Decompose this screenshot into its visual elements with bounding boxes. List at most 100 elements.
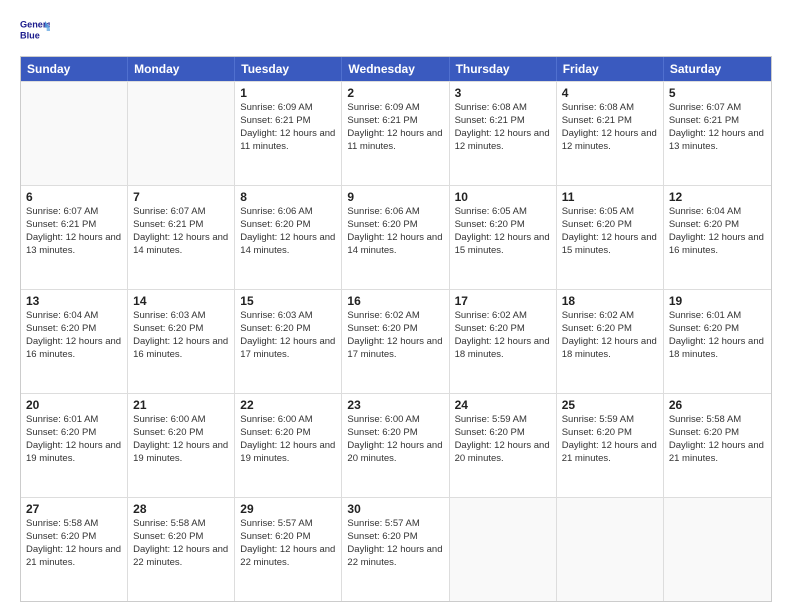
- cal-header-day-5: Friday: [557, 57, 664, 81]
- calendar-cell-w3-d5: 25Sunrise: 5:59 AM Sunset: 6:20 PM Dayli…: [557, 394, 664, 497]
- day-number: 14: [133, 293, 229, 309]
- day-number: 2: [347, 85, 443, 101]
- day-info: Sunrise: 6:01 AM Sunset: 6:20 PM Dayligh…: [26, 414, 124, 463]
- calendar-cell-w4-d4: [450, 498, 557, 601]
- day-info: Sunrise: 6:00 AM Sunset: 6:20 PM Dayligh…: [240, 414, 338, 463]
- calendar: SundayMondayTuesdayWednesdayThursdayFrid…: [20, 56, 772, 602]
- calendar-cell-w1-d2: 8Sunrise: 6:06 AM Sunset: 6:20 PM Daylig…: [235, 186, 342, 289]
- day-number: 29: [240, 501, 336, 517]
- day-info: Sunrise: 6:09 AM Sunset: 6:21 PM Dayligh…: [240, 102, 338, 151]
- day-info: Sunrise: 6:08 AM Sunset: 6:21 PM Dayligh…: [455, 102, 553, 151]
- calendar-cell-w1-d6: 12Sunrise: 6:04 AM Sunset: 6:20 PM Dayli…: [664, 186, 771, 289]
- calendar-cell-w0-d5: 4Sunrise: 6:08 AM Sunset: 6:21 PM Daylig…: [557, 82, 664, 185]
- day-info: Sunrise: 6:09 AM Sunset: 6:21 PM Dayligh…: [347, 102, 445, 151]
- day-info: Sunrise: 6:07 AM Sunset: 6:21 PM Dayligh…: [133, 206, 231, 255]
- calendar-cell-w0-d2: 1Sunrise: 6:09 AM Sunset: 6:21 PM Daylig…: [235, 82, 342, 185]
- calendar-cell-w3-d3: 23Sunrise: 6:00 AM Sunset: 6:20 PM Dayli…: [342, 394, 449, 497]
- day-number: 23: [347, 397, 443, 413]
- day-number: 10: [455, 189, 551, 205]
- day-info: Sunrise: 5:58 AM Sunset: 6:20 PM Dayligh…: [26, 518, 124, 567]
- day-info: Sunrise: 5:59 AM Sunset: 6:20 PM Dayligh…: [455, 414, 553, 463]
- day-number: 30: [347, 501, 443, 517]
- day-number: 11: [562, 189, 658, 205]
- day-info: Sunrise: 5:57 AM Sunset: 6:20 PM Dayligh…: [240, 518, 338, 567]
- calendar-cell-w1-d1: 7Sunrise: 6:07 AM Sunset: 6:21 PM Daylig…: [128, 186, 235, 289]
- day-info: Sunrise: 6:06 AM Sunset: 6:20 PM Dayligh…: [240, 206, 338, 255]
- calendar-cell-w4-d5: [557, 498, 664, 601]
- day-number: 16: [347, 293, 443, 309]
- day-number: 27: [26, 501, 122, 517]
- day-number: 13: [26, 293, 122, 309]
- day-info: Sunrise: 6:02 AM Sunset: 6:20 PM Dayligh…: [347, 310, 445, 359]
- calendar-cell-w2-d5: 18Sunrise: 6:02 AM Sunset: 6:20 PM Dayli…: [557, 290, 664, 393]
- calendar-cell-w1-d4: 10Sunrise: 6:05 AM Sunset: 6:20 PM Dayli…: [450, 186, 557, 289]
- day-info: Sunrise: 6:08 AM Sunset: 6:21 PM Dayligh…: [562, 102, 660, 151]
- calendar-body: 1Sunrise: 6:09 AM Sunset: 6:21 PM Daylig…: [21, 81, 771, 601]
- calendar-cell-w3-d2: 22Sunrise: 6:00 AM Sunset: 6:20 PM Dayli…: [235, 394, 342, 497]
- calendar-cell-w3-d1: 21Sunrise: 6:00 AM Sunset: 6:20 PM Dayli…: [128, 394, 235, 497]
- calendar-cell-w4-d6: [664, 498, 771, 601]
- logo: General Blue: [20, 16, 54, 46]
- calendar-cell-w2-d1: 14Sunrise: 6:03 AM Sunset: 6:20 PM Dayli…: [128, 290, 235, 393]
- calendar-cell-w4-d0: 27Sunrise: 5:58 AM Sunset: 6:20 PM Dayli…: [21, 498, 128, 601]
- day-number: 18: [562, 293, 658, 309]
- day-info: Sunrise: 6:07 AM Sunset: 6:21 PM Dayligh…: [669, 102, 767, 151]
- day-info: Sunrise: 6:00 AM Sunset: 6:20 PM Dayligh…: [133, 414, 231, 463]
- calendar-week-1: 6Sunrise: 6:07 AM Sunset: 6:21 PM Daylig…: [21, 185, 771, 289]
- day-number: 17: [455, 293, 551, 309]
- day-info: Sunrise: 6:03 AM Sunset: 6:20 PM Dayligh…: [240, 310, 338, 359]
- calendar-cell-w4-d3: 30Sunrise: 5:57 AM Sunset: 6:20 PM Dayli…: [342, 498, 449, 601]
- day-number: 25: [562, 397, 658, 413]
- cal-header-day-0: Sunday: [21, 57, 128, 81]
- day-info: Sunrise: 6:01 AM Sunset: 6:20 PM Dayligh…: [669, 310, 767, 359]
- calendar-cell-w2-d2: 15Sunrise: 6:03 AM Sunset: 6:20 PM Dayli…: [235, 290, 342, 393]
- calendar-cell-w0-d6: 5Sunrise: 6:07 AM Sunset: 6:21 PM Daylig…: [664, 82, 771, 185]
- day-info: Sunrise: 6:00 AM Sunset: 6:20 PM Dayligh…: [347, 414, 445, 463]
- cal-header-day-2: Tuesday: [235, 57, 342, 81]
- cal-header-day-6: Saturday: [664, 57, 771, 81]
- day-info: Sunrise: 5:57 AM Sunset: 6:20 PM Dayligh…: [347, 518, 445, 567]
- cal-header-day-1: Monday: [128, 57, 235, 81]
- day-number: 4: [562, 85, 658, 101]
- day-number: 21: [133, 397, 229, 413]
- logo-icon: General Blue: [20, 16, 50, 46]
- calendar-cell-w1-d0: 6Sunrise: 6:07 AM Sunset: 6:21 PM Daylig…: [21, 186, 128, 289]
- day-number: 15: [240, 293, 336, 309]
- calendar-week-3: 20Sunrise: 6:01 AM Sunset: 6:20 PM Dayli…: [21, 393, 771, 497]
- day-number: 1: [240, 85, 336, 101]
- calendar-cell-w0-d0: [21, 82, 128, 185]
- day-number: 26: [669, 397, 766, 413]
- calendar-cell-w0-d3: 2Sunrise: 6:09 AM Sunset: 6:21 PM Daylig…: [342, 82, 449, 185]
- day-info: Sunrise: 6:06 AM Sunset: 6:20 PM Dayligh…: [347, 206, 445, 255]
- day-number: 28: [133, 501, 229, 517]
- calendar-week-4: 27Sunrise: 5:58 AM Sunset: 6:20 PM Dayli…: [21, 497, 771, 601]
- calendar-cell-w2-d6: 19Sunrise: 6:01 AM Sunset: 6:20 PM Dayli…: [664, 290, 771, 393]
- day-number: 6: [26, 189, 122, 205]
- calendar-cell-w0-d4: 3Sunrise: 6:08 AM Sunset: 6:21 PM Daylig…: [450, 82, 557, 185]
- calendar-cell-w1-d3: 9Sunrise: 6:06 AM Sunset: 6:20 PM Daylig…: [342, 186, 449, 289]
- calendar-cell-w2-d4: 17Sunrise: 6:02 AM Sunset: 6:20 PM Dayli…: [450, 290, 557, 393]
- day-info: Sunrise: 5:58 AM Sunset: 6:20 PM Dayligh…: [669, 414, 767, 463]
- calendar-cell-w1-d5: 11Sunrise: 6:05 AM Sunset: 6:20 PM Dayli…: [557, 186, 664, 289]
- calendar-cell-w2-d3: 16Sunrise: 6:02 AM Sunset: 6:20 PM Dayli…: [342, 290, 449, 393]
- calendar-page: General Blue SundayMondayTuesdayWednesda…: [0, 0, 792, 612]
- day-info: Sunrise: 6:05 AM Sunset: 6:20 PM Dayligh…: [562, 206, 660, 255]
- calendar-cell-w3-d6: 26Sunrise: 5:58 AM Sunset: 6:20 PM Dayli…: [664, 394, 771, 497]
- day-info: Sunrise: 6:04 AM Sunset: 6:20 PM Dayligh…: [26, 310, 124, 359]
- day-number: 19: [669, 293, 766, 309]
- day-number: 3: [455, 85, 551, 101]
- cal-header-day-3: Wednesday: [342, 57, 449, 81]
- day-info: Sunrise: 6:02 AM Sunset: 6:20 PM Dayligh…: [455, 310, 553, 359]
- calendar-week-2: 13Sunrise: 6:04 AM Sunset: 6:20 PM Dayli…: [21, 289, 771, 393]
- day-info: Sunrise: 6:05 AM Sunset: 6:20 PM Dayligh…: [455, 206, 553, 255]
- calendar-cell-w0-d1: [128, 82, 235, 185]
- calendar-week-0: 1Sunrise: 6:09 AM Sunset: 6:21 PM Daylig…: [21, 81, 771, 185]
- calendar-cell-w3-d4: 24Sunrise: 5:59 AM Sunset: 6:20 PM Dayli…: [450, 394, 557, 497]
- day-number: 9: [347, 189, 443, 205]
- day-number: 12: [669, 189, 766, 205]
- calendar-cell-w4-d1: 28Sunrise: 5:58 AM Sunset: 6:20 PM Dayli…: [128, 498, 235, 601]
- calendar-cell-w3-d0: 20Sunrise: 6:01 AM Sunset: 6:20 PM Dayli…: [21, 394, 128, 497]
- day-number: 7: [133, 189, 229, 205]
- day-info: Sunrise: 6:02 AM Sunset: 6:20 PM Dayligh…: [562, 310, 660, 359]
- day-info: Sunrise: 6:07 AM Sunset: 6:21 PM Dayligh…: [26, 206, 124, 255]
